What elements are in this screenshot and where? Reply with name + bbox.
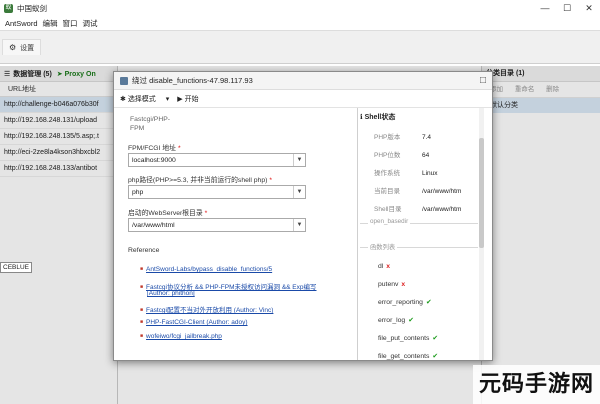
fpm-address-value: localhost:9000 <box>132 156 176 164</box>
scrollbar[interactable] <box>479 108 484 360</box>
reference-title: Reference <box>128 247 160 254</box>
function-list-section: 函数列表 <box>360 242 478 252</box>
menu-edit[interactable]: 编辑 <box>43 18 58 29</box>
open-basedir-section: open_basedir <box>360 218 478 228</box>
webroot-select[interactable]: /var/www/html ▼ <box>128 218 306 232</box>
shell-status-title: ℹ Shell状态 <box>360 114 396 121</box>
start-label: 开始 <box>184 95 199 103</box>
function-row: putenv x <box>378 281 406 288</box>
function-row: file_put_contents ✔ <box>378 335 439 342</box>
cross-icon: x <box>401 281 406 288</box>
menu-window[interactable]: 窗口 <box>63 18 78 29</box>
fpm-address-select[interactable]: localhost:9000 ▼ <box>128 153 306 167</box>
tab-settings[interactable]: ⚙ 设置 <box>2 39 42 55</box>
window-title: 中国蚁剑 <box>17 3 47 13</box>
minimize-icon[interactable]: — <box>534 0 556 16</box>
reference-link-author[interactable]: [Author: phithon] <box>147 290 195 297</box>
fpm-address-label: FPM/FCGI 地址 * <box>128 145 181 152</box>
window-controls: — ☐ ✕ <box>534 0 600 16</box>
tab-settings-label: 设置 <box>20 44 35 52</box>
reference-link[interactable]: AntSword-Labs/bypass_disable_functions/5 <box>140 266 272 273</box>
chevron-down-icon: ▼ <box>293 219 305 231</box>
function-row: dl x <box>378 263 391 270</box>
check-icon: ✔ <box>425 299 432 306</box>
reference-link[interactable]: PHP-FastCGI-Client (Author: adoy) <box>140 319 248 326</box>
dialog-toolbar: ✱ 选择模式 ▾ ▶ 开始 <box>114 90 492 108</box>
close-icon[interactable]: ✕ <box>578 0 600 16</box>
php-path-select[interactable]: php ▼ <box>128 185 306 199</box>
info-row: Shell目录/var/www/htm <box>374 206 462 213</box>
reference-link[interactable]: wofeiwo/fcgi_jailbreak.php <box>140 333 222 340</box>
mode-title-line2: FPM <box>130 125 145 132</box>
bypass-dialog: 绕过 disable_functions-47.98.117.93 □ ✱ 选择… <box>113 71 493 361</box>
function-row: error_log ✔ <box>378 317 414 324</box>
pane-divider[interactable] <box>357 108 358 360</box>
menu-antsword[interactable]: AntSword <box>5 19 38 28</box>
dialog-body: Fastcgi/PHP- FPM FPM/FCGI 地址 * localhost:… <box>114 108 492 360</box>
chevron-down-icon: ▼ <box>293 154 305 166</box>
function-row: file_get_contents ✔ <box>378 353 439 360</box>
info-row: 操作系统 Linux <box>374 170 438 177</box>
reference-link[interactable]: Fastcgi配置不当对外开放利用 (Author: Vinc) <box>140 304 273 314</box>
close-icon[interactable]: □ <box>480 75 486 86</box>
menu-debug[interactable]: 调试 <box>83 18 98 29</box>
watermark: 元码手游网 <box>473 365 600 404</box>
mode-select-button[interactable]: ✱ 选择模式 ▾ <box>120 94 169 104</box>
shell-status-pane: ℹ Shell状态 PHP版本 7.4 PHP位数 64 操作系统 Linux 当前目… <box>360 108 486 360</box>
maximize-icon[interactable]: ☐ <box>556 0 578 16</box>
function-row: error_reporting ✔ <box>378 299 432 306</box>
start-button[interactable]: ▶ 开始 <box>177 94 206 104</box>
mode-title-line1: Fastcgi/PHP- <box>130 116 171 123</box>
info-row: PHP位数 64 <box>374 152 430 159</box>
antsword-logo-icon: 蚁 <box>4 3 13 13</box>
tab-bar: ⚙ 设置 <box>0 30 600 64</box>
webroot-label: 启动的WebServer根目录 * <box>128 210 208 217</box>
dialog-title-bar: 绕过 disable_functions-47.98.117.93 □ <box>114 72 492 90</box>
options-pane: Fastcgi/PHP- FPM FPM/FCGI 地址 * localhost:… <box>114 108 356 360</box>
dialog-icon <box>120 76 128 85</box>
title-bar: 蚁 中国蚁剑 — ☐ ✕ <box>0 0 600 16</box>
php-path-label: php路径(PHP>=5.3, 并非当前运行的shell php) * <box>128 177 273 184</box>
gear-icon: ⚙ <box>9 43 17 52</box>
check-icon: ✔ <box>432 353 439 360</box>
info-row: PHP版本 7.4 <box>374 134 432 141</box>
info-row: 当前目录/var/www/htm <box>374 188 462 195</box>
dialog-title: 绕过 disable_functions-47.98.117.93 <box>132 76 253 85</box>
check-icon: ✔ <box>408 317 414 324</box>
check-icon: ✔ <box>432 335 439 342</box>
tooltip: CEBLUE <box>0 262 33 273</box>
scrollbar-thumb[interactable] <box>479 138 484 248</box>
cross-icon: x <box>386 263 391 270</box>
chevron-down-icon: ▼ <box>293 186 305 198</box>
mode-select-label: 选择模式 <box>127 95 156 103</box>
php-path-value: php <box>132 188 144 196</box>
webroot-value: /var/www/html <box>132 221 175 229</box>
menu-bar: AntSword 编辑 窗口 调试 <box>0 16 600 30</box>
